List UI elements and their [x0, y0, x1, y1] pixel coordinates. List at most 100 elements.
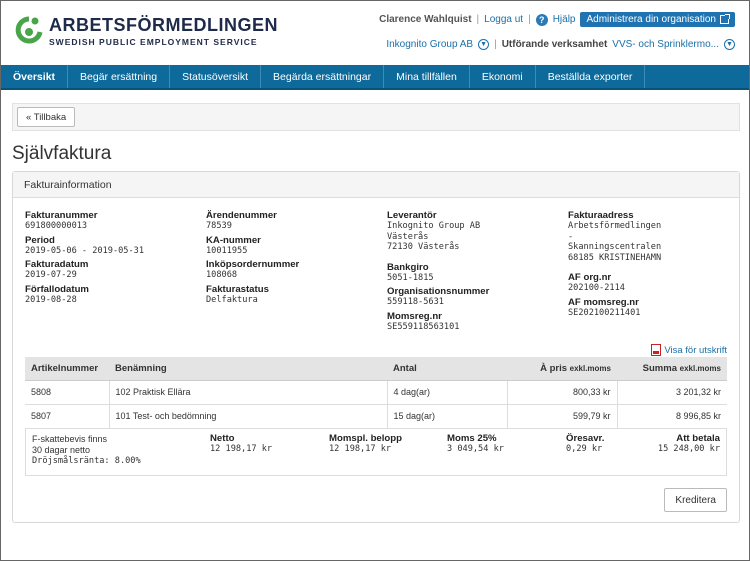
- cell-antal: 4 dag(ar): [387, 380, 508, 405]
- purchase-order: 108068: [206, 270, 238, 280]
- table-row: 5807 101 Test- och bedömning 15 dag(ar) …: [25, 404, 727, 429]
- oresavr-label: Öresavr.: [566, 433, 605, 444]
- column-header-summa: Summa exkl.moms: [617, 357, 727, 381]
- nav-item-oversikt[interactable]: Översikt: [1, 65, 69, 88]
- momspl-value: 12 198,17 kr: [329, 444, 392, 454]
- supplier-line: Västerås: [387, 231, 429, 242]
- print-view-link[interactable]: Visa för utskrift: [651, 344, 727, 356]
- main-nav: Översikt Begär ersättning Statusöversikt…: [1, 65, 749, 90]
- case-number-label: Ärendenummer: [206, 210, 277, 221]
- payment-terms: F-skattebevis finns 30 dagar netto Dröjs…: [32, 434, 141, 467]
- cell-antal: 15 dag(ar): [387, 404, 508, 429]
- invoice-date-label: Fakturadatum: [25, 259, 89, 270]
- info-column-1: Fakturanummer 691800000013 Period 2019-0…: [25, 210, 144, 305]
- cell-benamning: 101 Test- och bedömning: [109, 404, 388, 429]
- column-header-apris: À pris exkl.moms: [507, 357, 617, 381]
- summa-unit: exkl.moms: [679, 363, 721, 373]
- purchase-order-label: Inköpsordernummer: [206, 259, 300, 270]
- nav-item-bestallda-exporter[interactable]: Beställda exporter: [536, 65, 646, 88]
- admin-organisation-label: Administrera din organisation: [586, 14, 716, 25]
- table-header-row: Artikelnummer Benämning Antal À pris exk…: [25, 357, 727, 381]
- activity-select[interactable]: VVS- och Sprinklermo...: [612, 39, 719, 50]
- moms-label: Moms 25%: [447, 433, 497, 444]
- apris-label: À pris: [540, 362, 567, 374]
- chevron-down-icon[interactable]: ▼: [478, 39, 490, 50]
- apris-unit: exkl.moms: [569, 363, 611, 373]
- period: 2019-05-06 - 2019-05-31: [25, 245, 144, 256]
- supplier-label: Leverantör: [387, 210, 437, 221]
- cell-artikel: 5808: [25, 380, 110, 405]
- panel-title: Fakturainformation: [13, 172, 739, 198]
- billing-address-line: Arbetsförmedlingen: [568, 221, 662, 231]
- info-column-2: Ärendenummer 78539 KA-nummer 10011955 In…: [206, 210, 299, 305]
- total-block: Att betala 15 248,00 kr: [658, 433, 720, 455]
- nav-item-statusoversikt[interactable]: Statusöversikt: [170, 65, 262, 88]
- chevron-down-icon[interactable]: ▼: [724, 39, 735, 50]
- credit-button[interactable]: Kreditera: [664, 488, 727, 512]
- moms-value: 3 049,54 kr: [447, 444, 504, 454]
- external-link-icon: [720, 14, 730, 24]
- payment-terms-text: 30 dagar netto: [32, 445, 91, 455]
- supplier-line: 72130 Västerås: [387, 242, 460, 252]
- moms-block: Moms 25% 3 049,54 kr: [447, 433, 504, 455]
- momspl-block: Momspl. belopp 12 198,17 kr: [329, 433, 402, 455]
- af-org-number: 202100-2114: [568, 283, 625, 293]
- nav-item-ekonomi[interactable]: Ekonomi: [470, 65, 536, 88]
- nav-item-begarda-ersattningar[interactable]: Begärda ersättningar: [261, 65, 385, 88]
- af-logo-icon: [15, 16, 43, 44]
- admin-organisation-button[interactable]: Administrera din organisation: [580, 12, 735, 27]
- fskatt-text: F-skattebevis finns: [32, 434, 108, 444]
- invoice-status-label: Fakturastatus: [206, 283, 269, 295]
- invoice-number: 691800000013: [25, 221, 88, 231]
- column-header-benamning: Benämning: [109, 357, 387, 381]
- due-date-label: Förfallodatum: [25, 283, 89, 295]
- bankgiro: 5051-1815: [387, 272, 434, 283]
- logo-title: ARBETSFÖRMEDLINGEN: [49, 15, 278, 35]
- pdf-icon: [651, 344, 662, 356]
- logo[interactable]: ARBETSFÖRMEDLINGEN SWEDISH PUBLIC EMPLOY…: [15, 13, 278, 53]
- cell-apris: 800,33 kr: [507, 380, 618, 405]
- user-bar: Clarence Wahlquist | Logga ut | ? Hjälp …: [379, 12, 735, 27]
- total-label: Att betala: [676, 433, 720, 444]
- column-header-artikel: Artikelnummer: [25, 357, 109, 381]
- help-link[interactable]: Hjälp: [553, 14, 576, 25]
- summa-label: Summa: [642, 362, 677, 374]
- period-label: Period: [25, 234, 55, 246]
- netto-block: Netto 12 198,17 kr: [210, 433, 272, 455]
- netto-value: 12 198,17 kr: [210, 444, 273, 454]
- divider: |: [494, 39, 497, 50]
- invoice-number-label: Fakturanummer: [25, 210, 98, 221]
- vat-reg: SE559118563101: [387, 321, 460, 332]
- cell-summa: 8 996,85 kr: [617, 404, 727, 429]
- billing-address-line: Skanningscentralen: [568, 242, 662, 252]
- momspl-label: Momspl. belopp: [329, 433, 403, 444]
- help-icon[interactable]: ?: [535, 13, 548, 26]
- cell-apris: 599,79 kr: [507, 404, 618, 429]
- organisation-select[interactable]: Inkognito Group AB: [386, 39, 473, 50]
- af-vat-reg: SE202100211401: [568, 307, 641, 318]
- logo-subtitle: SWEDISH PUBLIC EMPLOYMENT SERVICE: [49, 37, 258, 47]
- activity-label: Utförande verksamhet: [501, 39, 608, 50]
- oresavr-value: 0,29 kr: [566, 444, 603, 454]
- af-vat-reg-label: AF momsreg.nr: [568, 296, 639, 308]
- invoice-summary: F-skattebevis finns 30 dagar netto Dröjs…: [25, 429, 727, 476]
- logout-link[interactable]: Logga ut: [484, 14, 523, 25]
- back-bar: « Tillbaka: [12, 103, 740, 131]
- oresavr-block: Öresavr. 0,29 kr: [566, 433, 604, 455]
- netto-label: Netto: [210, 433, 235, 444]
- divider: |: [528, 14, 531, 25]
- billing-address-label: Fakturaadress: [568, 210, 634, 221]
- due-date: 2019-08-28: [25, 294, 77, 305]
- invoice-panel: Fakturainformation Fakturanummer 6918000…: [12, 171, 740, 523]
- case-number: 78539: [206, 221, 232, 231]
- org-number-label: Organisationsnummer: [387, 286, 490, 297]
- back-button[interactable]: « Tillbaka: [17, 107, 76, 127]
- vat-reg-label: Momsreg.nr: [387, 310, 442, 322]
- print-view-label: Visa för utskrift: [664, 344, 727, 356]
- nav-item-begar-ersattning[interactable]: Begär ersättning: [68, 65, 171, 88]
- nav-item-mina-tillfallen[interactable]: Mina tillfällen: [384, 65, 470, 88]
- cell-summa: 3 201,32 kr: [617, 380, 727, 405]
- cell-benamning: 102 Praktisk Ellära: [109, 380, 388, 405]
- table-row: 5808 102 Praktisk Ellära 4 dag(ar) 800,3…: [25, 380, 727, 405]
- ka-number: 10011955: [206, 245, 248, 256]
